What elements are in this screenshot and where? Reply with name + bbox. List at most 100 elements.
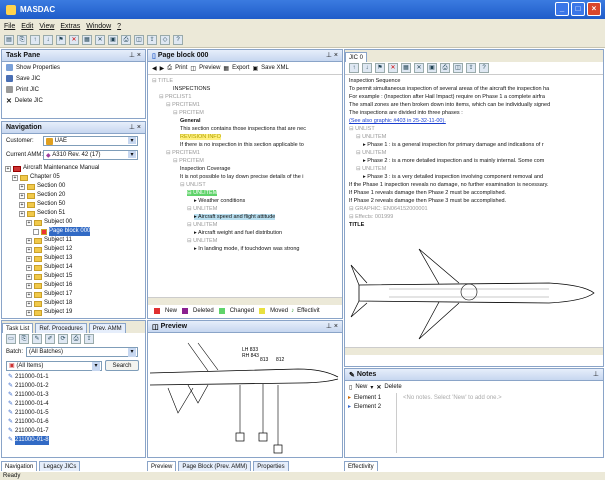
tree-node[interactable]: + Subject 16 bbox=[5, 281, 145, 290]
preview-icon[interactable]: ◫ bbox=[453, 63, 463, 73]
pin-icon[interactable]: ⊥ × bbox=[326, 51, 338, 59]
chevron-down-icon[interactable]: ▾ bbox=[128, 347, 137, 357]
menu-item[interactable]: ? bbox=[117, 23, 121, 30]
export-icon[interactable]: ⇪ bbox=[466, 63, 476, 73]
pin-icon[interactable]: ⊥ × bbox=[129, 51, 141, 59]
expand-icon[interactable]: + bbox=[26, 309, 32, 316]
tree-node[interactable]: + Chapter 05 bbox=[5, 173, 145, 182]
minimize-button[interactable]: _ bbox=[555, 2, 569, 16]
xml-tag[interactable]: ⊟ UNLITEM bbox=[187, 206, 217, 212]
xml-tag[interactable]: ⊟ Effects: 001999 bbox=[349, 214, 393, 220]
notes-element-1[interactable]: ▸ Element 1 bbox=[348, 393, 396, 402]
preview-button[interactable]: Preview bbox=[199, 65, 220, 71]
save-xml-button[interactable]: Save XML bbox=[261, 65, 289, 71]
forward-icon[interactable]: ▶ bbox=[160, 65, 165, 72]
folder-icon[interactable]: ▭ bbox=[6, 334, 16, 344]
revision-tag[interactable]: REVISION INFO bbox=[180, 134, 221, 140]
chevron-down-icon[interactable]: ▾ bbox=[92, 361, 100, 371]
open-icon[interactable]: ▤ bbox=[4, 35, 14, 45]
close-button[interactable]: × bbox=[587, 2, 601, 16]
task-list-item[interactable]: ✎ 211000-01-7 bbox=[8, 427, 145, 436]
xml-tag[interactable]: ⊟ UNLIST bbox=[349, 126, 375, 132]
expand-icon[interactable]: + bbox=[26, 255, 32, 262]
delete-icon[interactable]: ✕ bbox=[414, 63, 424, 73]
new-icon[interactable]: ✎ bbox=[32, 334, 42, 344]
delete-icon[interactable]: ✕ bbox=[376, 384, 381, 391]
flag-icon[interactable]: ⚑ bbox=[375, 63, 385, 73]
copy-icon[interactable]: ⎘ bbox=[17, 35, 27, 45]
tree-node[interactable]: + Section 20 bbox=[5, 191, 145, 200]
notes-element-2[interactable]: ▸ Element 2 bbox=[348, 402, 396, 411]
help-icon[interactable]: ? bbox=[479, 63, 489, 73]
tree-node[interactable]: + Subject 18 bbox=[5, 299, 145, 308]
effectivity-tab[interactable]: Effectivity bbox=[344, 461, 378, 471]
tree-node[interactable]: + Subject 11 bbox=[5, 236, 145, 245]
expand-icon[interactable]: + bbox=[12, 174, 18, 181]
middle-tab[interactable]: Preview bbox=[147, 461, 177, 471]
expand-icon[interactable]: + bbox=[26, 237, 32, 244]
xml-tag[interactable]: ⊟ UNLIST bbox=[180, 182, 206, 188]
expand-icon[interactable]: + bbox=[19, 183, 25, 190]
tree-node[interactable]: + Section 50 bbox=[5, 200, 145, 209]
export-icon[interactable]: ⇪ bbox=[84, 334, 94, 344]
expand-icon[interactable]: + bbox=[5, 165, 11, 172]
save-icon[interactable]: ▣ bbox=[108, 35, 118, 45]
task-show-properties[interactable]: Show Properties bbox=[2, 62, 145, 73]
search-button[interactable]: Search bbox=[105, 360, 139, 371]
edit-icon[interactable]: ✐ bbox=[45, 334, 55, 344]
task-list-tab[interactable]: Task List bbox=[2, 323, 34, 333]
arrow-up-icon[interactable]: ↑ bbox=[349, 63, 359, 73]
amm-select[interactable]: ◆ A310 Rev. 42 (17) ▾ bbox=[43, 150, 138, 160]
expand-icon[interactable]: + bbox=[26, 282, 32, 289]
help-icon[interactable]: ? bbox=[173, 35, 183, 45]
save-icon[interactable]: ▣ bbox=[427, 63, 437, 73]
pin-icon[interactable]: ⊥ × bbox=[129, 123, 141, 131]
pin-icon[interactable]: ⊥ bbox=[593, 370, 599, 378]
arrow-down-icon[interactable]: ↓ bbox=[362, 63, 372, 73]
task-save-jic[interactable]: Save JIC bbox=[2, 73, 145, 84]
pin-icon[interactable]: ⊥ × bbox=[326, 322, 338, 330]
delete-red-icon[interactable]: ✕ bbox=[69, 35, 79, 45]
xml-tag[interactable]: ⊟ UNLITEM bbox=[356, 150, 386, 156]
expand-icon[interactable]: + bbox=[19, 210, 25, 217]
menu-item[interactable]: File bbox=[4, 23, 15, 30]
jic-hscroll[interactable] bbox=[345, 347, 603, 355]
export-button[interactable]: Export bbox=[232, 65, 249, 71]
expand-icon[interactable]: + bbox=[26, 219, 32, 226]
xml-tag[interactable]: ⊟ UNLITEM bbox=[356, 166, 386, 172]
task-list-item[interactable]: ✎ 211000-01-4 bbox=[8, 400, 145, 409]
task-list-tab[interactable]: Ref. Procedures bbox=[35, 323, 87, 333]
expand-icon[interactable]: + bbox=[26, 300, 32, 307]
print-icon[interactable]: ⎙ bbox=[167, 65, 172, 72]
xml-tag[interactable]: ⊟ PRCITEM1 bbox=[166, 102, 200, 108]
chevron-down-icon[interactable]: ▾ bbox=[128, 151, 136, 158]
menu-item[interactable]: Extras bbox=[60, 23, 80, 30]
flag-icon[interactable]: ⚑ bbox=[56, 35, 66, 45]
maximize-button[interactable]: □ bbox=[571, 2, 585, 16]
tree-node[interactable]: + Subject 13 bbox=[5, 254, 145, 263]
copy-icon[interactable]: ⎘ bbox=[19, 334, 29, 344]
xml-tag[interactable]: ⊟ UNLITEM bbox=[187, 238, 217, 244]
left-tab[interactable]: Navigation bbox=[1, 461, 38, 471]
task-list-item[interactable]: ✎ 211000-01-3 bbox=[8, 391, 145, 400]
back-icon[interactable]: ◀ bbox=[152, 65, 157, 72]
tree-node[interactable]: + Subject 14 bbox=[5, 263, 145, 272]
menu-item[interactable]: Window bbox=[86, 23, 111, 30]
xml-tag[interactable]: ⊟ PRCITEM1 bbox=[166, 150, 200, 156]
tree-node[interactable]: + Subject 12 bbox=[5, 245, 145, 254]
task-list-item[interactable]: ✎ 211000-01-2 bbox=[8, 382, 145, 391]
expand-icon[interactable]: + bbox=[26, 246, 32, 253]
menu-item[interactable]: Edit bbox=[21, 23, 33, 30]
task-list-item[interactable]: ✎ 211000-01-6 bbox=[8, 418, 145, 427]
print-icon[interactable]: ⎙ bbox=[71, 334, 81, 344]
save-xml-icon[interactable]: ▣ bbox=[252, 65, 258, 72]
tree-node[interactable]: + Subject 15 bbox=[5, 272, 145, 281]
grid-icon[interactable]: ▦ bbox=[82, 35, 92, 45]
expand-icon[interactable]: + bbox=[19, 192, 25, 199]
task-list-item[interactable]: ✎ 211000-01-8 bbox=[8, 436, 145, 445]
graphic-link[interactable]: (See also graphic #403 in 25-32-11-00). bbox=[349, 118, 446, 124]
task-print-jic[interactable]: Print JIC bbox=[2, 84, 145, 95]
task-list-tab[interactable]: Prev. AMM bbox=[88, 323, 126, 333]
middle-tab[interactable]: Properties bbox=[253, 461, 289, 471]
xml-tag[interactable]: ⊟ GRAPHIC: EN064152000001 bbox=[349, 206, 428, 212]
